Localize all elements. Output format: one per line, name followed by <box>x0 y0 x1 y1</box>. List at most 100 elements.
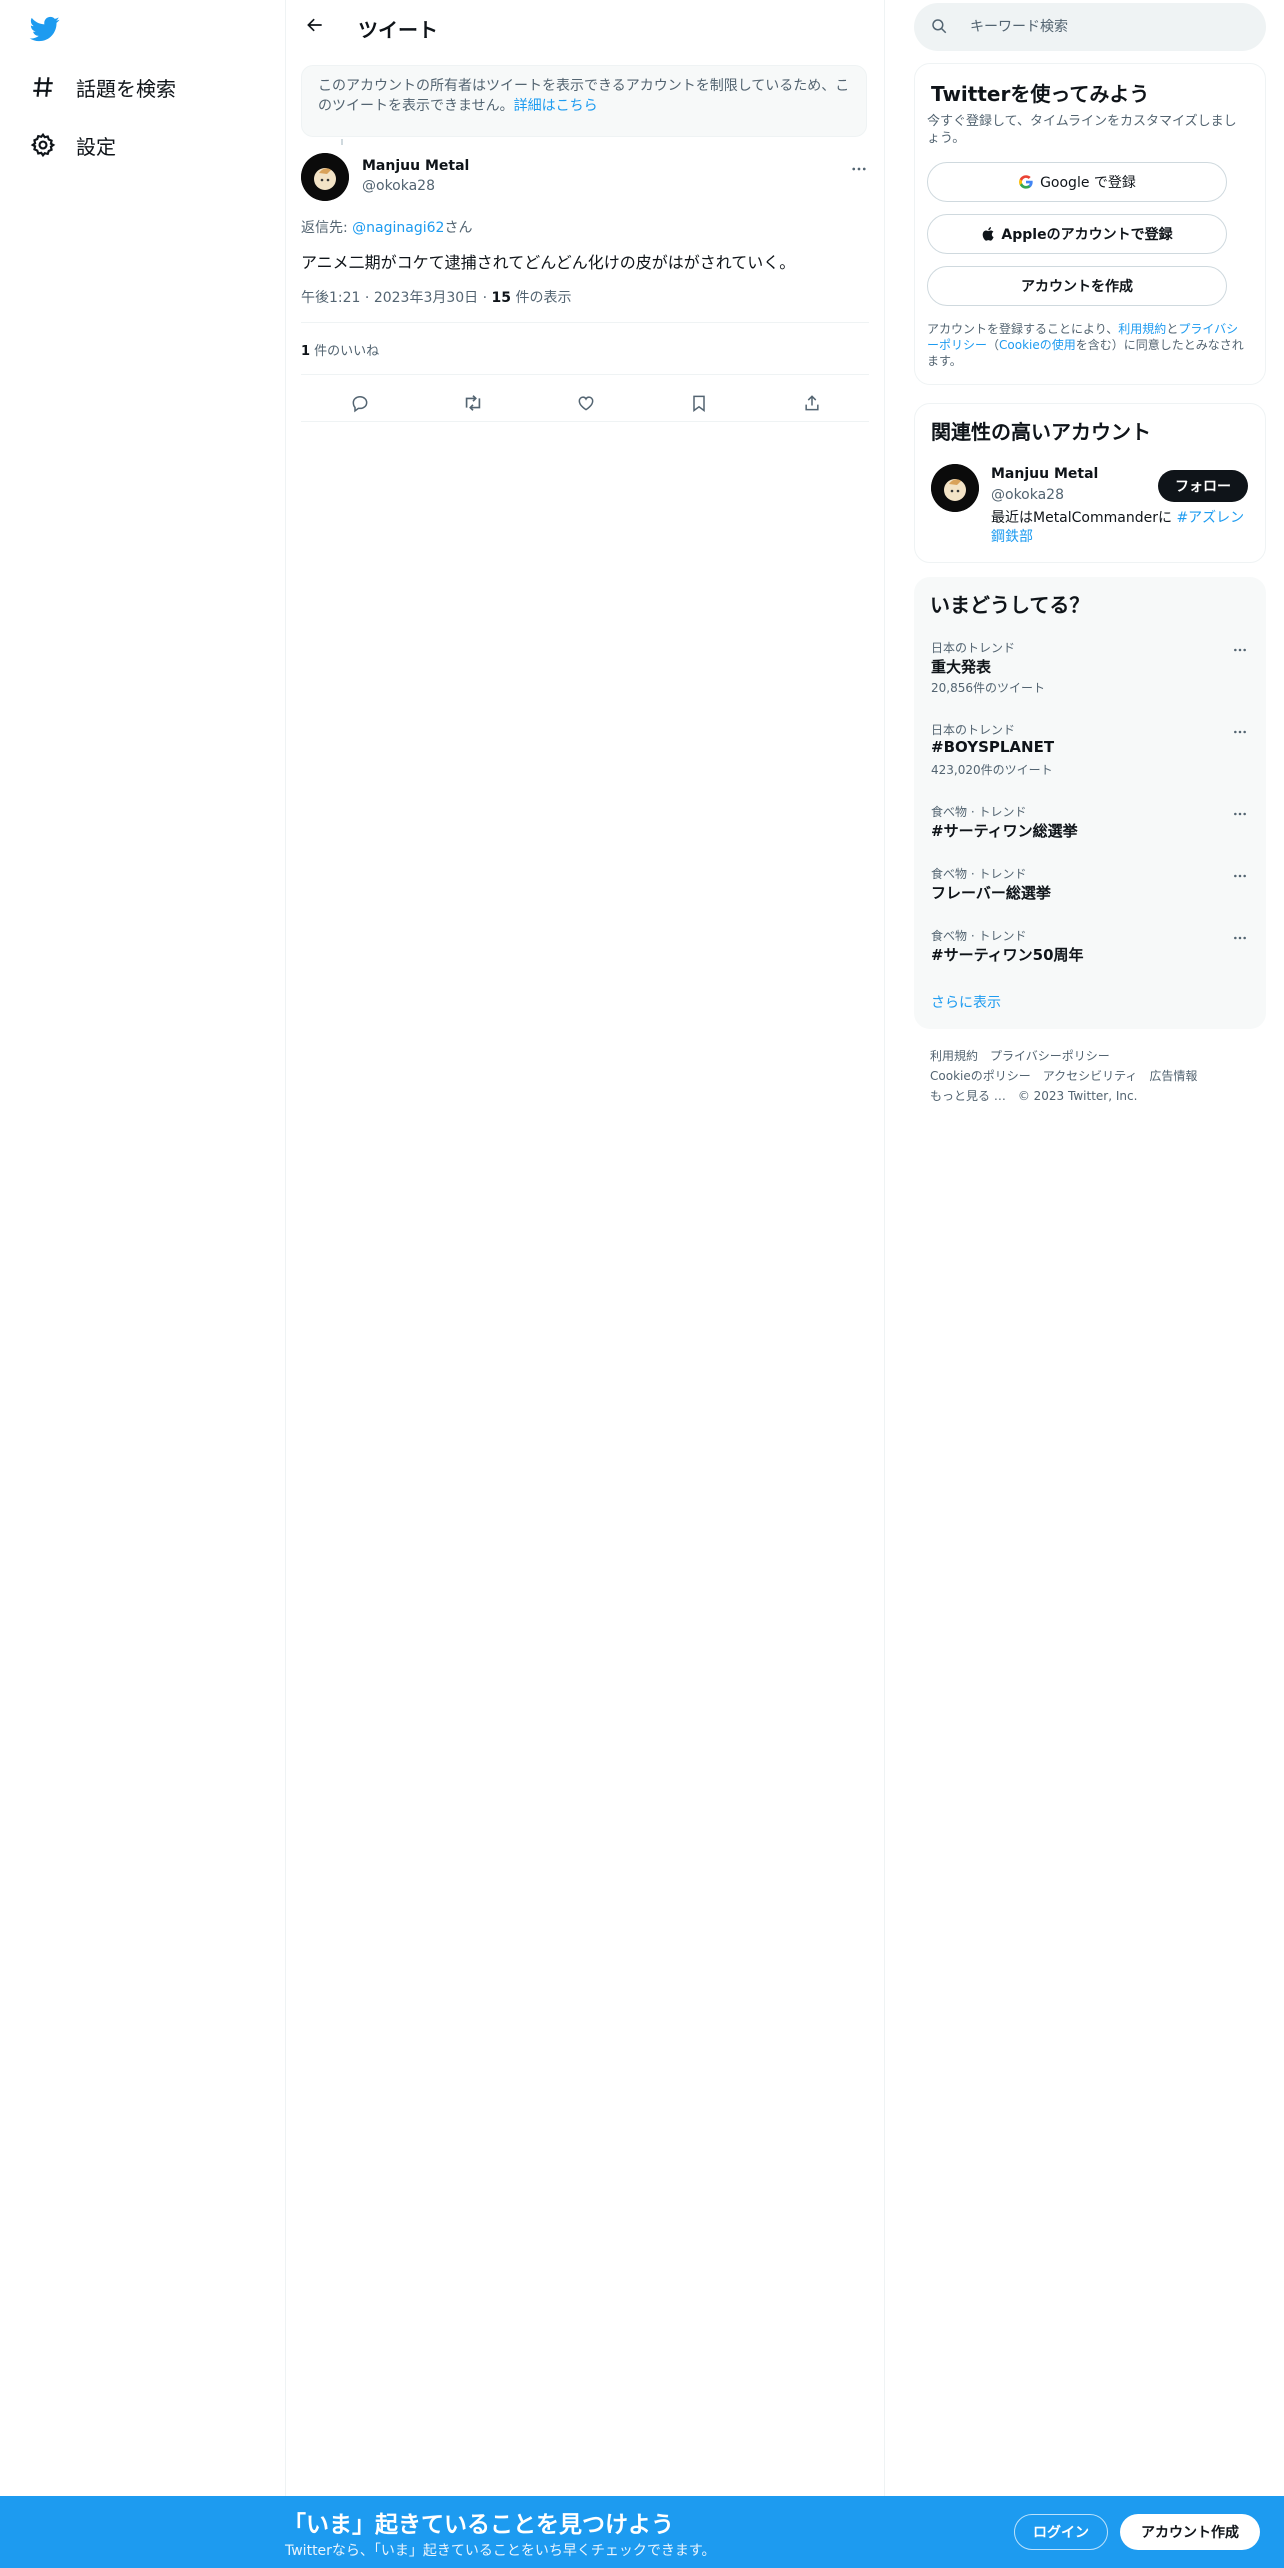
more-options-icon[interactable] <box>1227 801 1253 827</box>
bio-text: 最近はMetalCommanderに <box>991 510 1177 526</box>
more-options-icon[interactable] <box>847 157 871 181</box>
trend-context: 食べ物 · トレンド <box>931 929 1027 943</box>
legal-text: アカウントを登録することにより、 <box>927 322 1119 336</box>
signup-panel: Twitterを使ってみよう 今すぐ登録して、タイムラインをカスタマイズしましょ… <box>914 63 1266 385</box>
tweet-actions <box>301 380 869 420</box>
likes-stat[interactable]: 1 件のいいね <box>301 340 379 359</box>
retweet-icon[interactable] <box>456 386 490 420</box>
cookie-link[interactable]: Cookieの使用 <box>999 338 1076 352</box>
footer-terms-link[interactable]: 利用規約 <box>930 1049 978 1063</box>
trend-name: #サーティワン50周年 <box>931 946 1084 964</box>
footer-cookie-link[interactable]: Cookieのポリシー <box>930 1069 1031 1083</box>
signup-bottom-bar: 「いま」起きていることを見つけよう Twitterなら、「いま」起きていることを… <box>0 2496 1284 2568</box>
author-handle[interactable]: @okoka28 <box>362 178 435 194</box>
footer-links: 利用規約 プライバシーポリシー Cookieのポリシー アクセシビリティ 広告情報 も… <box>930 1046 1260 1106</box>
show-more-link[interactable]: さらに表示 <box>931 992 1001 1012</box>
views-count: 15 <box>491 290 512 306</box>
trend-context: 食べ物 · トレンド <box>931 867 1027 881</box>
separator-dot: · <box>364 290 374 306</box>
related-title: 関連性の高いアカウント <box>931 420 1151 444</box>
create-account-button[interactable]: アカウントを作成 <box>927 266 1227 306</box>
divider <box>301 421 869 422</box>
reply-icon[interactable] <box>343 386 377 420</box>
bookmark-icon[interactable] <box>682 386 716 420</box>
tweet-time[interactable]: 午後1:21 <box>301 290 360 306</box>
related-name[interactable]: Manjuu Metal <box>991 466 1098 482</box>
bottom-bar-title: 「いま」起きていることを見つけよう <box>283 2512 674 2538</box>
like-icon[interactable] <box>569 386 603 420</box>
tweet-date[interactable]: 2023年3月30日 <box>374 290 478 306</box>
trends-panel: いまどうしてる？ 日本のトレンド 重大発表 20,856件のツイート 日本のトレ… <box>914 577 1266 1029</box>
trend-name: 重大発表 <box>931 658 992 676</box>
footer-accessibility-link[interactable]: アクセシビリティ <box>1043 1069 1138 1083</box>
twitter-bird-icon[interactable] <box>28 14 62 44</box>
signup-legal: アカウントを登録することにより、利用規約とプライバシーポリシー（Cookieの使… <box>927 321 1245 369</box>
trend-context: 食べ物 · トレンド <box>931 805 1027 819</box>
trend-context: 日本のトレンド <box>931 723 1016 737</box>
login-button[interactable]: ログイン <box>1014 2514 1108 2550</box>
likes-count: 1 <box>301 344 311 359</box>
related-handle[interactable]: @okoka28 <box>991 487 1064 503</box>
related-bio: 最近はMetalCommanderに #アズレン鋼鉄部 <box>991 509 1253 547</box>
back-button[interactable] <box>298 10 332 44</box>
search-box[interactable] <box>914 3 1266 51</box>
trend-count: 20,856件のツイート <box>931 681 1045 695</box>
separator-dot: · <box>482 290 492 306</box>
share-icon[interactable] <box>795 386 829 420</box>
related-accounts-panel: 関連性の高いアカウント Manjuu Metal @okoka28 最近はMet… <box>914 403 1266 563</box>
left-sidebar: 話題を検索 設定 <box>0 0 286 2496</box>
footer-more-link[interactable]: もっと見る … <box>930 1089 1006 1103</box>
follow-button[interactable]: フォロー <box>1158 470 1248 502</box>
google-signup-button[interactable]: Google で登録 <box>927 162 1227 202</box>
reply-prefix: 返信先: <box>301 220 353 236</box>
more-options-icon[interactable] <box>1227 719 1253 745</box>
search-input[interactable] <box>968 18 1252 36</box>
google-icon <box>1018 174 1034 190</box>
avatar[interactable] <box>301 153 349 201</box>
signup-title: Twitterを使ってみよう <box>931 82 1150 106</box>
more-options-icon[interactable] <box>1227 637 1253 663</box>
more-options-icon[interactable] <box>1227 863 1253 889</box>
trend-count: 423,020件のツイート <box>931 763 1053 777</box>
hashtag-icon <box>28 72 58 102</box>
nav-settings[interactable]: 設定 <box>28 130 116 160</box>
more-options-icon[interactable] <box>1227 925 1253 951</box>
apple-icon <box>981 226 997 242</box>
nav-explore[interactable]: 話題を検索 <box>28 72 176 102</box>
views-label: 件の表示 <box>511 290 572 306</box>
footer-ads-link[interactable]: 広告情報 <box>1149 1069 1197 1083</box>
copyright: © 2023 Twitter, Inc. <box>1017 1089 1138 1103</box>
signup-button[interactable]: アカウント作成 <box>1120 2514 1260 2550</box>
trend-context: 日本のトレンド <box>931 641 1016 655</box>
likes-label: 件のいいね <box>310 344 380 359</box>
nav-settings-label: 設定 <box>76 134 116 159</box>
reply-context: 返信先: @naginagi62さん <box>301 217 472 237</box>
bottom-bar-subtitle: Twitterなら、「いま」起きていることをいち早くチェックできます。 <box>285 2543 716 2559</box>
main-column: ツイート このアカウントの所有者はツイートを表示できるアカウントを制限しているた… <box>286 0 885 2496</box>
terms-link[interactable]: 利用規約 <box>1118 322 1166 336</box>
back-arrow-icon <box>305 15 325 39</box>
gear-icon <box>28 130 58 160</box>
trends-title: いまどうしてる？ <box>930 593 1090 617</box>
author-name[interactable]: Manjuu Metal <box>362 158 469 174</box>
footer-privacy-link[interactable]: プライバシーポリシー <box>990 1049 1110 1063</box>
create-account-label: アカウントを作成 <box>1021 279 1133 295</box>
learn-more-link[interactable]: 詳細はこちら <box>514 98 598 114</box>
trend-name: フレーバー総選挙 <box>931 884 1051 902</box>
nav-explore-label: 話題を検索 <box>76 76 176 101</box>
thread-line <box>341 139 343 145</box>
page-title: ツイート <box>358 18 438 42</box>
tweet-meta: 午後1:21 · 2023年3月30日 · 15 件の表示 <box>301 287 571 307</box>
apple-signup-button[interactable]: Appleのアカウントで登録 <box>927 214 1227 254</box>
avatar[interactable] <box>931 464 979 512</box>
google-signup-label: Google で登録 <box>1040 175 1136 191</box>
signup-subtitle: 今すぐ登録して、タイムラインをカスタマイズしましょう。 <box>927 114 1237 146</box>
search-icon <box>930 17 950 37</box>
legal-paren: （ <box>987 338 1000 352</box>
divider <box>301 322 869 323</box>
reply-to-link[interactable]: @naginagi62 <box>352 220 444 236</box>
trend-name: #サーティワン総選挙 <box>931 822 1078 840</box>
apple-signup-label: Appleのアカウントで登録 <box>1001 227 1173 243</box>
reply-suffix: さん <box>444 220 473 236</box>
page-header: ツイート <box>286 0 884 54</box>
